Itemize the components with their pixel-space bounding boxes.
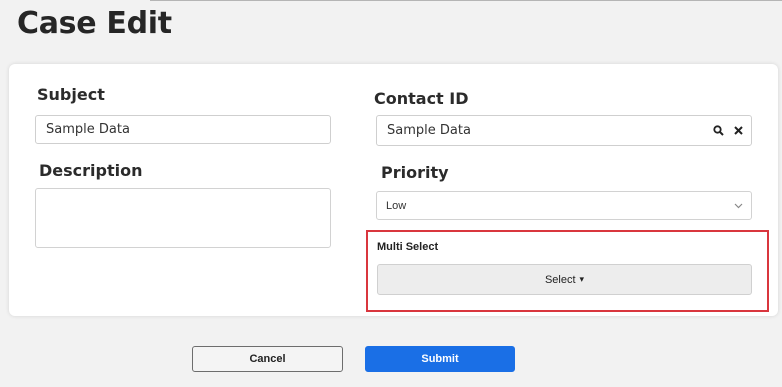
submit-button[interactable]: Submit: [365, 346, 515, 372]
subject-input[interactable]: [35, 115, 331, 144]
description-textarea[interactable]: [35, 188, 331, 248]
chevron-down-icon: [733, 201, 743, 211]
description-label: Description: [39, 161, 143, 180]
priority-selected-value: Low: [386, 200, 407, 212]
priority-select[interactable]: Low: [376, 191, 752, 220]
multi-select-button-label: Select: [544, 273, 576, 286]
close-icon[interactable]: [732, 124, 744, 136]
multi-select-highlight: Multi Select Select ▾: [366, 230, 769, 312]
caret-down-icon: ▾: [579, 274, 585, 284]
cancel-button[interactable]: Cancel: [192, 346, 343, 372]
contact-id-input[interactable]: [376, 115, 752, 146]
contact-id-label: Contact ID: [374, 89, 469, 108]
priority-label: Priority: [381, 163, 449, 182]
subject-label: Subject: [37, 85, 105, 104]
page-title: Case Edit: [17, 6, 172, 41]
multi-select-button[interactable]: Select ▾: [377, 264, 752, 295]
multi-select-label: Multi Select: [377, 241, 439, 253]
search-icon[interactable]: [712, 124, 724, 136]
top-divider: [150, 0, 782, 1]
